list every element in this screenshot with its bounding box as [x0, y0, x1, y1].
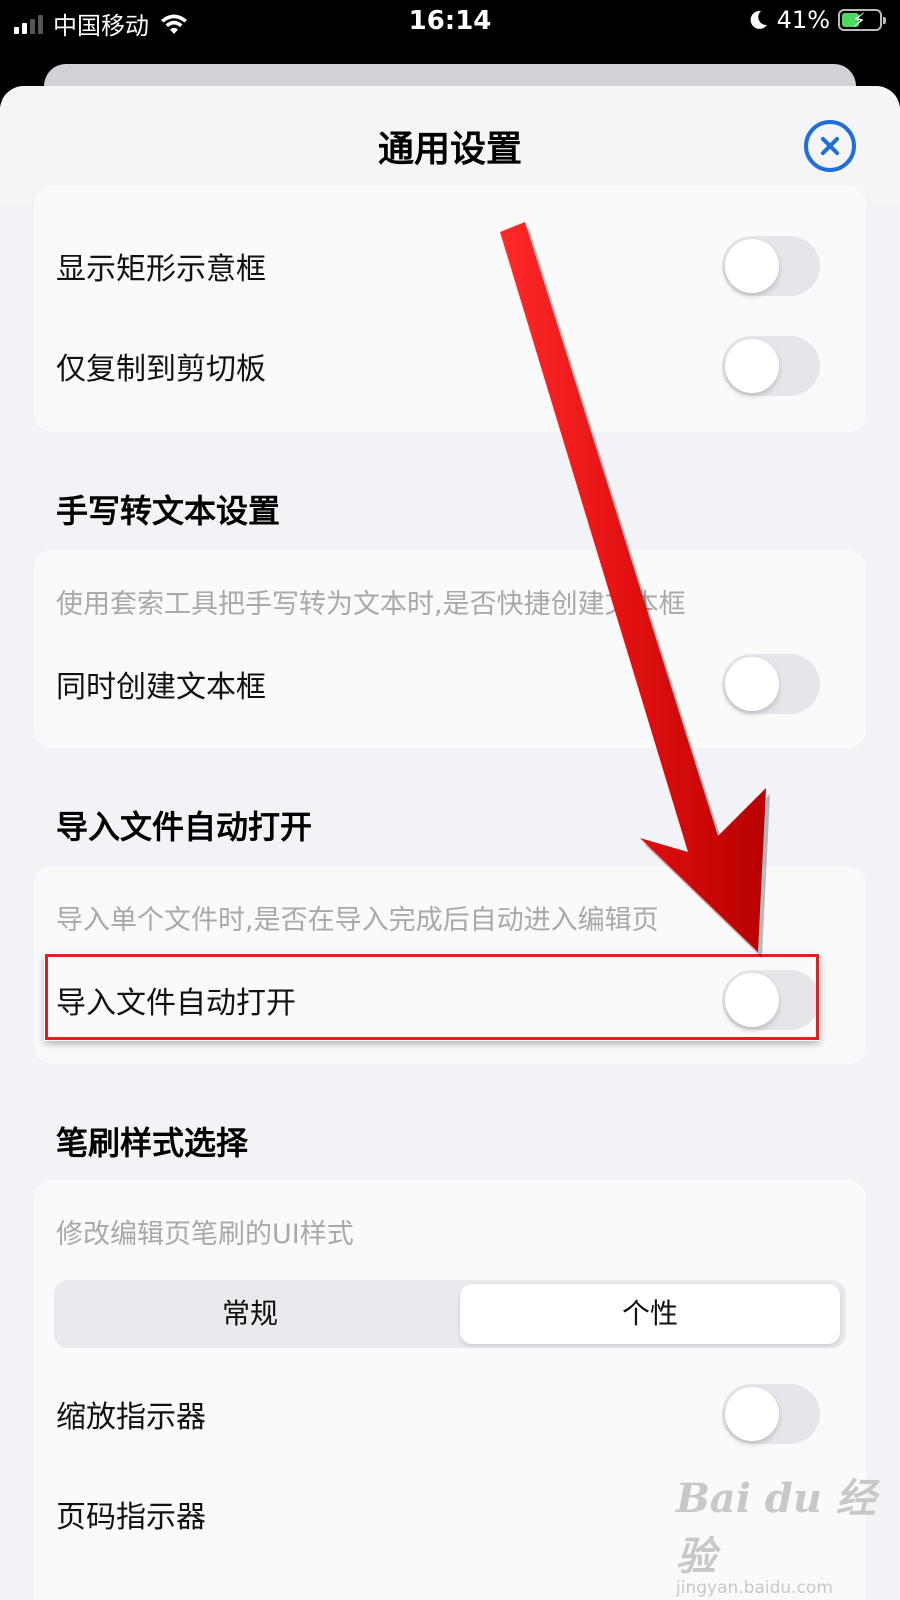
toggle-knob — [725, 657, 779, 711]
section-title-import: 导入文件自动打开 — [56, 808, 313, 846]
show-rect-toggle[interactable] — [722, 236, 820, 296]
setting-label: 显示矩形示意框 — [56, 252, 266, 287]
status-bar: 中国移动 16:14 41% ⚡ — [0, 0, 900, 48]
highlight-box — [45, 954, 819, 1040]
brush-style-segmented-control: 常规 个性 — [54, 1280, 846, 1348]
create-textbox-toggle[interactable] — [722, 654, 820, 714]
import-description: 导入单个文件时,是否在导入完成后自动进入编辑页 — [56, 905, 659, 936]
watermark-site: jingyan.baidu.com — [676, 1578, 833, 1598]
setting-label: 同时创建文本框 — [56, 670, 266, 705]
moon-icon — [750, 10, 767, 29]
handwriting-description: 使用套索工具把手写转为文本时,是否快捷创建文本框 — [56, 589, 686, 620]
section-title-brush: 笔刷样式选择 — [56, 1124, 249, 1162]
settings-sheet: 通用设置 显示矩形示意框 仅复制到剪切板 手写转文本设置 使用套索工具把手写转为… — [0, 86, 900, 1600]
display-options-card: 显示矩形示意框 仅复制到剪切板 — [34, 186, 866, 432]
brush-description: 修改编辑页笔刷的UI样式 — [56, 1219, 354, 1250]
zoom-indicator-toggle[interactable] — [722, 1384, 820, 1444]
setting-row-show-rect: 显示矩形示意框 — [34, 216, 866, 316]
segment-normal[interactable]: 常规 — [60, 1284, 440, 1344]
toggle-knob — [725, 239, 779, 293]
copy-clipboard-toggle[interactable] — [722, 336, 820, 396]
handwriting-card: 使用套索工具把手写转为文本时,是否快捷创建文本框 同时创建文本框 — [34, 550, 866, 748]
close-icon[interactable] — [804, 120, 856, 172]
setting-label: 页码指示器 — [56, 1500, 206, 1535]
setting-row-create-textbox: 同时创建文本框 — [34, 634, 866, 734]
section-title-handwriting: 手写转文本设置 — [56, 492, 281, 530]
battery-charging-icon: ⚡ — [838, 8, 886, 32]
setting-label: 仅复制到剪切板 — [56, 352, 266, 387]
segment-personal[interactable]: 个性 — [460, 1284, 840, 1344]
watermark: Bai du 经验 jingyan.baidu.com — [676, 1466, 900, 1598]
page-title: 通用设置 — [377, 129, 522, 170]
setting-label: 缩放指示器 — [56, 1400, 206, 1435]
status-right: 41% ⚡ — [747, 6, 886, 34]
setting-row-zoom-indicator: 缩放指示器 — [34, 1364, 866, 1464]
toggle-knob — [725, 1387, 779, 1441]
watermark-logo: Bai du 经验 — [676, 1475, 876, 1580]
toggle-knob — [725, 339, 779, 393]
battery-percent: 41% — [776, 6, 830, 34]
setting-row-copy-clipboard: 仅复制到剪切板 — [34, 316, 866, 416]
